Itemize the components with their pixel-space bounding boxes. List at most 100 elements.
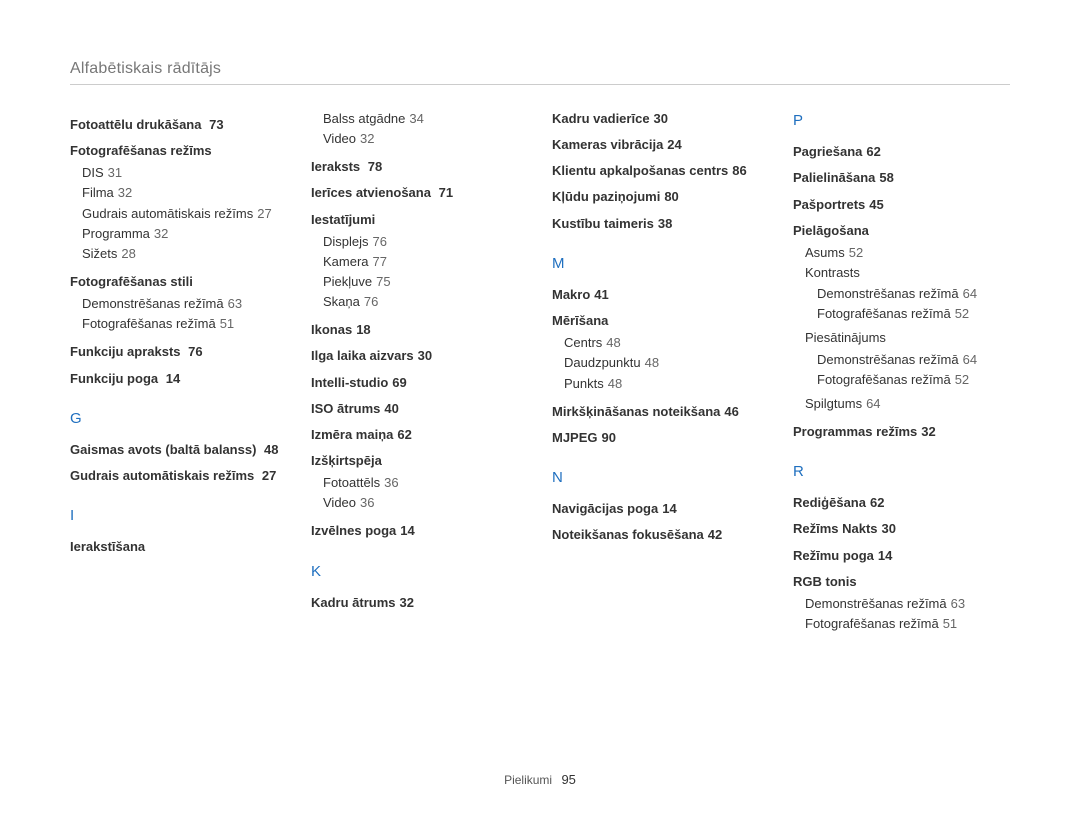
index-entry: Kadru ātrums32 bbox=[311, 593, 528, 613]
entry-page: 71 bbox=[439, 185, 453, 200]
index-entry: Kļūdu paziņojumi80 bbox=[552, 187, 769, 207]
footer-page: 95 bbox=[561, 772, 575, 787]
list-item: Skaņa76 bbox=[323, 292, 528, 312]
sub-list: Demonstrēšanas režīmā 63 Fotografēšanas r… bbox=[82, 294, 287, 334]
item-label: Balss atgādne bbox=[323, 111, 405, 126]
list-item: Programma 32 bbox=[82, 224, 287, 244]
item-label: Fotografēšanas režīmā bbox=[82, 316, 216, 331]
item-page: 48 bbox=[608, 376, 622, 391]
letter-heading-r: R bbox=[793, 460, 1010, 483]
item-page: 63 bbox=[228, 296, 242, 311]
list-item: Fotografēšanas režīmā51 bbox=[82, 314, 287, 334]
item-label: Piekļuve bbox=[323, 274, 372, 289]
list-item: Spilgtums64 bbox=[805, 394, 1010, 414]
letter-heading-p: P bbox=[793, 109, 1010, 132]
entry-label: Programmas režīms bbox=[793, 424, 917, 439]
entry-label: Palielināšana bbox=[793, 170, 875, 185]
index-entry: Režīms Nakts30 bbox=[793, 519, 1010, 539]
entry-page: 86 bbox=[732, 163, 746, 178]
item-label: Demonstrēšanas režīmā bbox=[82, 296, 224, 311]
sub-sub-list: Demonstrēšanas režīmā64 Fotografēšanas r… bbox=[817, 350, 1010, 390]
item-page: 48 bbox=[606, 335, 620, 350]
list-item: Piekļuve75 bbox=[323, 272, 528, 292]
sub-list: Centrs 48 Daudzpunktu 48 Punkts 48 bbox=[564, 333, 769, 393]
columns: Fotoattēlu drukāšana 73 Fotografēšanas r… bbox=[70, 109, 1010, 642]
entry-label: Režīmu poga bbox=[793, 548, 874, 563]
item-label: Fotoattēls bbox=[323, 475, 380, 490]
column-2: Balss atgādne34 Video32 Ieraksts 78 Ierī… bbox=[311, 109, 528, 642]
index-entry: Kameras vibrācija24 bbox=[552, 135, 769, 155]
entry-label: Kļūdu paziņojumi bbox=[552, 189, 660, 204]
list-item: Fotografēšanas režīmā52 bbox=[817, 370, 1010, 390]
entry-label: Rediģēšana bbox=[793, 495, 866, 510]
entry-page: 76 bbox=[188, 344, 202, 359]
entry-page: 30 bbox=[654, 111, 668, 126]
entry-label: Mirkšķināšanas noteikšana bbox=[552, 404, 720, 419]
list-item: Piesātinājums bbox=[805, 328, 1010, 348]
list-item: Displejs76 bbox=[323, 232, 528, 252]
item-page: 77 bbox=[373, 254, 387, 269]
item-page: 32 bbox=[154, 226, 168, 241]
entry-label: Kadru ātrums bbox=[311, 595, 396, 610]
letter-heading-i: I bbox=[70, 504, 287, 527]
index-entry: Pagriešana62 bbox=[793, 142, 1010, 162]
entry-page: 38 bbox=[658, 216, 672, 231]
index-entry: Funkciju apraksts 76 bbox=[70, 342, 287, 362]
entry-label: MJPEG bbox=[552, 430, 598, 445]
item-label: Punkts bbox=[564, 376, 604, 391]
item-page: 64 bbox=[963, 352, 977, 367]
index-entry: Iestatījumi bbox=[311, 210, 528, 230]
column-1: Fotoattēlu drukāšana 73 Fotografēšanas r… bbox=[70, 109, 287, 642]
index-entry: Rediģēšana62 bbox=[793, 493, 1010, 513]
entry-page: 14 bbox=[400, 523, 414, 538]
index-entry: Izmēra maiņa 62 bbox=[311, 425, 528, 445]
entry-page: 14 bbox=[166, 371, 180, 386]
entry-label: Kustību taimeris bbox=[552, 216, 654, 231]
entry-page: 73 bbox=[209, 117, 223, 132]
index-entry: Navigācijas poga14 bbox=[552, 499, 769, 519]
entry-label: Noteikšanas fokusēšana bbox=[552, 527, 704, 542]
index-entry: MJPEG90 bbox=[552, 428, 769, 448]
item-label: Programma bbox=[82, 226, 150, 241]
item-label: Daudzpunktu bbox=[564, 355, 641, 370]
index-entry: Klientu apkalpošanas centrs86 bbox=[552, 161, 769, 181]
item-page: 51 bbox=[943, 616, 957, 631]
index-entry: Makro41 bbox=[552, 285, 769, 305]
column-4: P Pagriešana62 Palielināšana 58 Pašportre… bbox=[793, 109, 1010, 642]
index-entry: Ikonas18 bbox=[311, 320, 528, 340]
index-entry: Pielāgošana bbox=[793, 221, 1010, 241]
entry-label: Izmēra maiņa bbox=[311, 427, 393, 442]
list-item: Centrs 48 bbox=[564, 333, 769, 353]
entry-label: Pagriešana bbox=[793, 144, 862, 159]
index-entry: Mērīšana bbox=[552, 311, 769, 331]
entry-label: Pašportrets bbox=[793, 197, 865, 212]
list-item: Balss atgādne34 bbox=[323, 109, 528, 129]
entry-page: 27 bbox=[262, 468, 276, 483]
list-item: Punkts 48 bbox=[564, 374, 769, 394]
letter-heading-g: G bbox=[70, 407, 287, 430]
index-entry: Izvēlnes poga14 bbox=[311, 521, 528, 541]
item-label: Video bbox=[323, 131, 356, 146]
index-entry: Funkciju poga 14 bbox=[70, 369, 287, 389]
entry-page: 14 bbox=[662, 501, 676, 516]
entry-page: 48 bbox=[264, 442, 278, 457]
entry-label: Ieraksts bbox=[311, 159, 360, 174]
sub-list: Balss atgādne34 Video32 bbox=[323, 109, 528, 149]
index-entry: Gudrais automātiskais režīms 27 bbox=[70, 466, 287, 486]
list-item: Asums52 bbox=[805, 243, 1010, 263]
list-item: Video36 bbox=[323, 493, 528, 513]
entry-label: Makro bbox=[552, 287, 590, 302]
entry-page: 62 bbox=[397, 427, 411, 442]
entry-page: 46 bbox=[724, 404, 738, 419]
item-page: 64 bbox=[963, 286, 977, 301]
item-page: 63 bbox=[951, 596, 965, 611]
entry-label: Ierīces atvienošana bbox=[311, 185, 431, 200]
item-label: Centrs bbox=[564, 335, 602, 350]
entry-page: 40 bbox=[384, 401, 398, 416]
item-label: Kamera bbox=[323, 254, 369, 269]
item-page: 76 bbox=[373, 234, 387, 249]
footer-label: Pielikumi bbox=[504, 773, 552, 787]
item-label: Demonstrēšanas režīmā bbox=[817, 286, 959, 301]
entry-page: 58 bbox=[879, 170, 893, 185]
index-entry: Gaismas avots (baltā balanss) 48 bbox=[70, 440, 287, 460]
